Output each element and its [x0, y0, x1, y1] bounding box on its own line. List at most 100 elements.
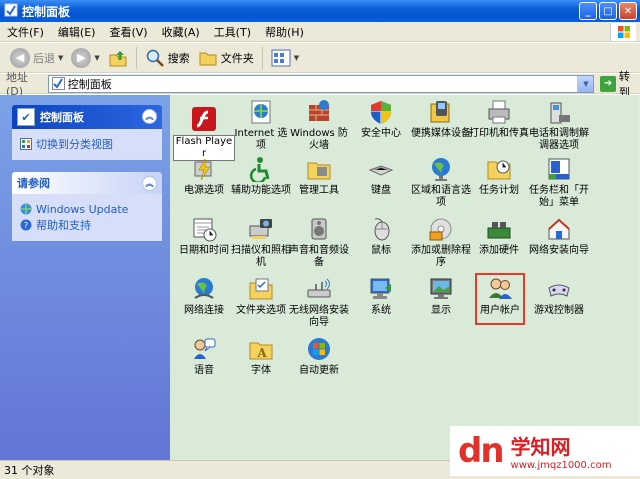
status-text: 31 个对象: [4, 464, 55, 477]
selection-highlight: [475, 273, 525, 325]
see-also-header[interactable]: 请参阅 ︽: [12, 172, 162, 194]
item-regional-language-options[interactable]: 区域和语言选项: [410, 155, 472, 209]
item-folder-options[interactable]: 文件夹选项: [230, 275, 292, 317]
item-game-controllers[interactable]: 游戏控制器: [528, 275, 590, 317]
item-printers-and-faxes[interactable]: 打印机和传真: [468, 98, 530, 140]
printer-icon: [485, 98, 513, 126]
windows-update-link[interactable]: Windows Update: [20, 201, 156, 217]
folders-button[interactable]: 文件夹: [194, 45, 258, 71]
item-wireless-network-wizard[interactable]: 无线网络安装向导: [288, 275, 350, 329]
search-button[interactable]: 搜索: [141, 45, 194, 71]
chevron-down-icon: ▼: [58, 53, 64, 62]
item-user-accounts[interactable]: 用户帐户: [475, 273, 525, 325]
address-label: 地址(D): [6, 71, 28, 98]
item-display[interactable]: 显示: [410, 275, 472, 317]
item-add-hardware[interactable]: 添加硬件: [468, 215, 530, 257]
admin-tools-icon: [305, 155, 333, 183]
close-button[interactable]: ✕: [619, 2, 637, 20]
menu-file[interactable]: 文件(F): [0, 24, 51, 40]
chevron-down-icon: ▼: [94, 53, 100, 62]
switch-to-category-view-link[interactable]: 切换到分类视图: [20, 136, 156, 152]
item-mouse[interactable]: 鼠标: [350, 215, 412, 257]
menu-edit[interactable]: 编辑(E): [51, 24, 103, 40]
control-panel-items: Flash Player Internet 选项 Windows 防火墙 安全中…: [170, 95, 640, 460]
title-bar[interactable]: 控制面板 _ □ ✕: [0, 0, 640, 22]
toolbar: ◀ 后退 ▼ ▶ ▼ 搜索 文件夹 ▼: [0, 43, 640, 73]
mouse-icon: [367, 215, 395, 243]
menu-view[interactable]: 查看(V): [102, 24, 154, 40]
item-phone-and-modem[interactable]: 电话和调制解调器选项: [528, 98, 590, 152]
task-pane: ✔ 控制面板 ︽ 切换到分类视图 请参阅 ︽ Windows Update ? …: [0, 95, 170, 460]
item-date-and-time[interactable]: 日期和时间: [173, 215, 235, 257]
item-sounds-and-audio[interactable]: 声音和音频设备: [288, 215, 350, 269]
item-network-setup-wizard[interactable]: 网络安装向导: [528, 215, 590, 257]
globe-icon: [427, 155, 455, 183]
back-button[interactable]: ◀ 后退 ▼: [6, 45, 67, 71]
watermark-site-name: 学知网: [510, 435, 571, 459]
add-remove-programs-icon: [427, 215, 455, 243]
item-scanners-and-cameras[interactable]: 扫描仪和照相机: [230, 215, 292, 269]
item-power-options[interactable]: 电源选项: [173, 155, 235, 197]
item-speech[interactable]: 语音: [173, 335, 235, 377]
scanner-camera-icon: [247, 215, 275, 243]
wireless-icon: [305, 275, 333, 303]
phone-modem-icon: [545, 98, 573, 126]
help-and-support-link[interactable]: ? 帮助和支持: [20, 217, 156, 233]
control-panel-header[interactable]: ✔ 控制面板 ︽: [12, 105, 162, 129]
menu-bar: 文件(F) 编辑(E) 查看(V) 收藏(A) 工具(T) 帮助(H): [0, 22, 640, 42]
collapse-icon[interactable]: ︽: [142, 109, 157, 124]
views-button[interactable]: ▼: [267, 45, 303, 71]
item-keyboard[interactable]: 键盘: [350, 155, 412, 197]
firewall-icon: [305, 98, 333, 126]
item-fonts[interactable]: A 字体: [230, 335, 292, 377]
maximize-button[interactable]: □: [599, 2, 617, 20]
keyboard-icon: [367, 155, 395, 183]
item-flash-player[interactable]: Flash Player: [173, 105, 235, 161]
watermark-dn-logo: dn: [458, 431, 505, 471]
address-dropdown-icon[interactable]: ▼: [577, 75, 594, 92]
accessibility-icon: [247, 155, 275, 183]
menu-help[interactable]: 帮助(H): [258, 24, 311, 40]
control-panel-icon: ✔: [17, 108, 35, 126]
window-title: 控制面板: [22, 4, 71, 19]
item-system[interactable]: 系统: [350, 275, 412, 317]
item-administrative-tools[interactable]: 管理工具: [288, 155, 350, 197]
item-scheduled-tasks[interactable]: 任务计划: [468, 155, 530, 197]
display-icon: [427, 275, 455, 303]
item-internet-options[interactable]: Internet 选项: [230, 98, 292, 152]
item-taskbar-start-menu[interactable]: 任务栏和「开始」菜单: [528, 155, 590, 209]
globe-icon: [20, 203, 32, 215]
search-icon: [146, 49, 164, 67]
menu-favorites[interactable]: 收藏(A): [155, 24, 207, 40]
flash-player-icon: [190, 105, 218, 133]
address-input[interactable]: 控制面板 ▼: [47, 74, 595, 93]
power-icon: [190, 155, 218, 183]
item-windows-firewall[interactable]: Windows 防火墙: [288, 98, 350, 152]
help-icon: ?: [20, 219, 32, 231]
menu-tools[interactable]: 工具(T): [207, 24, 258, 40]
speech-icon: [190, 335, 218, 363]
collapse-icon[interactable]: ︽: [142, 176, 157, 191]
watermark-site-url: www.jmqz1000.com: [510, 460, 612, 471]
system-icon: [367, 275, 395, 303]
svg-text:?: ?: [24, 221, 28, 230]
forward-button[interactable]: ▶ ▼: [67, 45, 103, 71]
back-arrow-icon: ◀: [10, 47, 30, 68]
forward-arrow-icon: ▶: [71, 47, 92, 68]
taskbar-icon: [545, 155, 573, 183]
control-panel-task-box: ✔ 控制面板 ︽ 切换到分类视图: [12, 105, 162, 160]
gamepad-icon: [545, 275, 573, 303]
up-folder-button[interactable]: [104, 45, 132, 71]
internet-options-icon: [247, 98, 275, 126]
item-automatic-updates[interactable]: 自动更新: [288, 335, 350, 377]
item-portable-media-devices[interactable]: 便携媒体设备: [410, 98, 472, 140]
minimize-button[interactable]: _: [579, 2, 597, 20]
portable-media-icon: [427, 98, 455, 126]
address-bar: 地址(D) 控制面板 ▼ ➜ 转到: [0, 70, 640, 99]
item-accessibility-options[interactable]: 辅助功能选项: [230, 155, 292, 197]
item-add-remove-programs[interactable]: 添加或删除程序: [410, 215, 472, 269]
item-security-center[interactable]: 安全中心: [350, 98, 412, 140]
windows-update-icon: [305, 335, 333, 363]
go-arrow-icon: ➜: [600, 75, 616, 92]
item-network-connections[interactable]: 网络连接: [173, 275, 235, 317]
